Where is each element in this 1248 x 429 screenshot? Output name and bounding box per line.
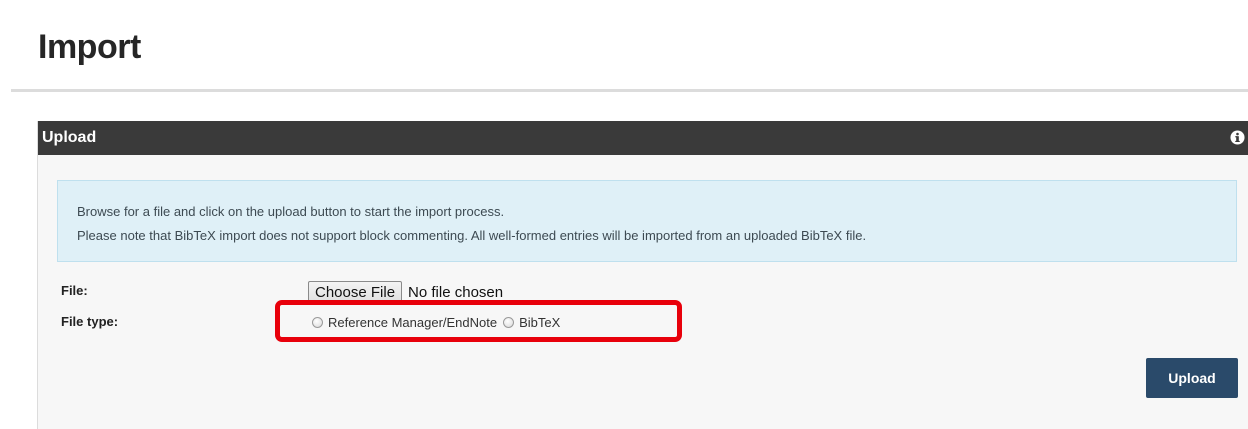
info-icon[interactable] — [1230, 130, 1245, 145]
title-divider — [11, 89, 1248, 92]
file-type-radio-group: Reference Manager/EndNote BibTeX — [312, 313, 566, 331]
radio-label-bibtex: BibTeX — [519, 314, 561, 330]
file-type-label: File type: — [61, 314, 119, 329]
notice-line-1: Browse for a file and click on the uploa… — [77, 204, 505, 219]
radio-label-endnote: Reference Manager/EndNote — [328, 314, 498, 330]
notice-line-2: Please note that BibTeX import does not … — [77, 228, 867, 243]
import-page: Import Upload Browse for a file and clic… — [0, 0, 1248, 429]
panel-header: Upload — [38, 121, 1248, 155]
upload-panel: Upload Browse for a file and click on th… — [37, 121, 1248, 429]
radio-option-bibtex[interactable]: BibTeX — [503, 315, 560, 330]
radio-button-bibtex[interactable] — [503, 316, 515, 328]
panel-title: Upload — [42, 129, 97, 146]
choose-file-button[interactable]: Choose File — [308, 280, 403, 304]
radio-button-endnote[interactable] — [312, 316, 323, 328]
page-title: Import — [38, 28, 141, 66]
radio-option-endnote[interactable]: Reference Manager/EndNote — [312, 315, 497, 330]
file-input: Choose File No file chosen — [308, 280, 503, 304]
info-notice: Browse for a file and click on the uploa… — [57, 180, 1237, 262]
file-status-text: No file chosen — [408, 283, 504, 301]
upload-button[interactable]: Upload — [1146, 358, 1238, 398]
file-label: File: — [61, 283, 88, 298]
